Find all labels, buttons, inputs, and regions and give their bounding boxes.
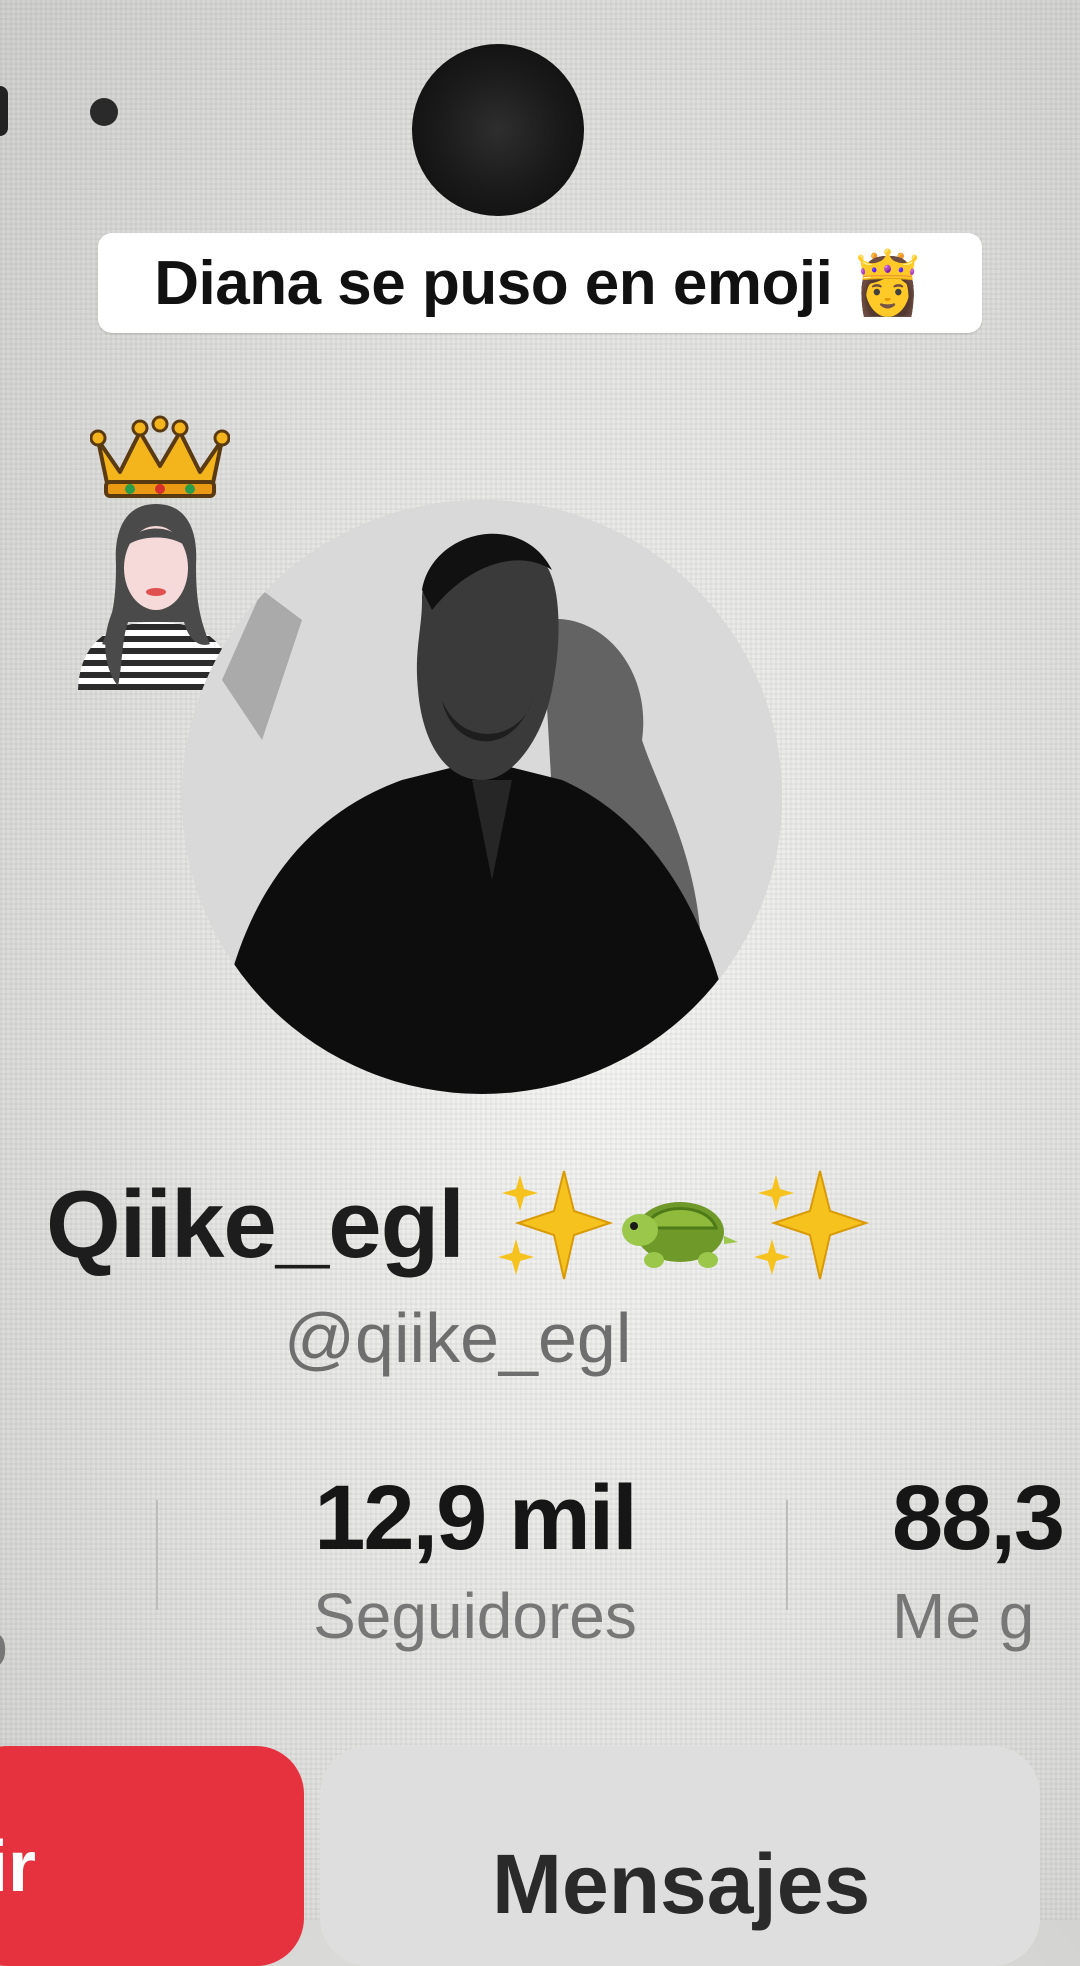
follow-button-label: ir (0, 1827, 37, 1907)
stat-label: Me g (892, 1580, 1035, 1652)
stat-followers[interactable]: 12,9 mil Seguidores (250, 1466, 700, 1653)
sparkles-icon (753, 1170, 870, 1280)
stat-value: 12,9 mil (314, 1467, 638, 1569)
name-emojis (494, 1165, 870, 1285)
messages-button-label: Mensajes (492, 1837, 871, 1931)
turtle-icon (621, 1202, 738, 1268)
stat-divider (786, 1500, 788, 1610)
caption-text: Diana se puso en emoji 👸 (154, 248, 926, 318)
stat-divider (156, 1500, 158, 1610)
username: @qiike_egl (284, 1299, 632, 1377)
stat-likes[interactable]: 88,3 Me g (892, 1466, 1080, 1653)
stat-following-fragment[interactable]: o (0, 1600, 20, 1682)
status-indicator (0, 86, 8, 136)
display-name-row: Qiike_egl (46, 1160, 870, 1290)
crown-icon (90, 415, 230, 498)
messages-button[interactable]: Mensajes (320, 1746, 1040, 1966)
stat-label: o (0, 1608, 20, 1682)
avatar[interactable] (182, 500, 782, 1094)
status-dot (90, 98, 118, 126)
caption-bubble: Diana se puso en emoji 👸 (98, 233, 982, 333)
stat-value: 88,3 (892, 1467, 1065, 1569)
stat-label: Seguidores (313, 1580, 637, 1652)
sparkles-icon (497, 1170, 614, 1280)
display-name: Qiike_egl (46, 1171, 465, 1278)
camera-lens-icon (412, 44, 584, 216)
follow-button[interactable]: ir (0, 1746, 304, 1966)
